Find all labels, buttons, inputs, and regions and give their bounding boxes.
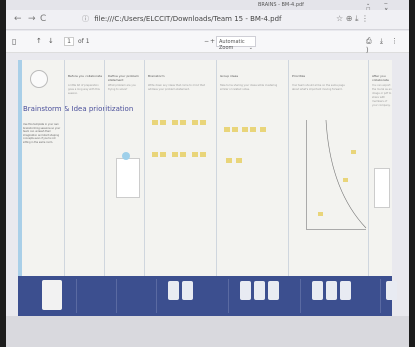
sticky-note <box>160 120 166 125</box>
sticky-note <box>343 178 348 182</box>
problem-card <box>116 158 140 198</box>
sticky-note <box>260 127 266 132</box>
column-prep: Before you collaborate A little bit of p… <box>64 60 104 276</box>
column-text: Write down any ideas that come to mind t… <box>148 84 205 91</box>
board-footer <box>18 276 397 316</box>
pin-icon <box>122 152 130 160</box>
column-brainstorm: Brainstorm Write down any ideas that com… <box>144 60 216 276</box>
browser-window: BRAINS - BM-4.pdf ⌄ − ☐ × ← → C ⓘ file:/… <box>6 0 409 347</box>
tab-title[interactable]: BRAINS - BM-4.pdf <box>258 2 304 8</box>
sidebar-toggle-icon[interactable]: ▯ <box>12 37 16 46</box>
sticky-note <box>224 127 230 132</box>
sticky-note <box>160 152 166 157</box>
divider <box>228 279 229 313</box>
divider <box>156 279 157 313</box>
sticky-note <box>236 158 242 163</box>
sticky-note <box>232 127 238 132</box>
zoom-select[interactable]: Automatic Zoom ⌄ <box>216 36 256 51</box>
column-header: Brainstorm <box>148 74 165 78</box>
page-number-input[interactable]: 1 <box>64 37 74 46</box>
sticky-note <box>152 152 158 157</box>
column-group: Group ideas Take turns sharing your idea… <box>216 60 288 276</box>
info-icon: ⓘ <box>82 15 89 23</box>
priority-curve <box>325 120 367 229</box>
step-slot <box>340 281 351 300</box>
column-header: Prioritize <box>292 74 306 78</box>
board-description: Use this template in your own brainstorm… <box>23 123 61 144</box>
column-text: A little bit of preparation goes a long … <box>68 84 100 95</box>
divider <box>380 279 381 313</box>
chevron-down-icon: ⌄ <box>248 45 253 51</box>
column-header: Define your problem statement <box>108 74 139 82</box>
address-bar: ← → C ⓘ file:///C:/Users/ELCCIT/Download… <box>6 10 409 30</box>
sticky-note <box>200 120 206 125</box>
column-text: Take turns sharing your ideas while clus… <box>220 84 278 91</box>
divider <box>300 279 301 313</box>
column-text: What problem are you trying to solve? <box>108 84 136 91</box>
page-up-icon[interactable]: ↑ <box>36 37 42 45</box>
column-text: You can export the mural as an image or … <box>372 84 392 107</box>
step-slot <box>312 281 323 300</box>
url-text: file:///C:/Users/ELCCIT/Downloads/Team 1… <box>94 15 282 23</box>
column-header: Group ideas <box>220 74 239 78</box>
timer-icon <box>30 70 48 88</box>
step-slot <box>326 281 337 300</box>
board-accent-strip <box>18 60 22 276</box>
sticky-note <box>180 120 186 125</box>
sticky-note <box>192 152 198 157</box>
pdf-tools[interactable]: ⎙ ⤓ ⋮ ⟩ <box>366 37 409 54</box>
title-bar: BRAINS - BM-4.pdf ⌄ − ☐ × <box>6 0 409 13</box>
sticky-note <box>172 152 178 157</box>
step-slot <box>240 281 251 300</box>
pdf-toolbar: ▯ ↑ ↓ 1 of 1 − + Automatic Zoom ⌄ ⎙ ⤓ ⋮ … <box>6 31 409 54</box>
step-slot <box>386 281 397 300</box>
reload-icon[interactable]: C <box>40 14 46 24</box>
sticky-note <box>192 120 198 125</box>
column-text: Your team should all be on the same page… <box>292 84 345 91</box>
page-down-icon[interactable]: ↓ <box>48 37 54 45</box>
step-slot <box>168 281 179 300</box>
sticky-note <box>318 212 323 216</box>
zoom-in-button[interactable]: + <box>210 38 215 45</box>
step-slot <box>182 281 193 300</box>
export-card <box>374 168 390 208</box>
sticky-note <box>351 150 356 154</box>
zoom-out-button[interactable]: − <box>204 38 209 45</box>
sticky-note <box>180 152 186 157</box>
step-slot <box>254 281 265 300</box>
sticky-note <box>172 120 178 125</box>
forward-icon[interactable]: → <box>28 14 36 24</box>
viewer-background <box>6 316 409 347</box>
template-thumbnail <box>42 280 62 310</box>
sticky-note <box>250 127 256 132</box>
back-icon[interactable]: ← <box>14 14 22 24</box>
page-total: of 1 <box>78 38 90 45</box>
column-header: After you collaborate <box>372 74 389 82</box>
sticky-note <box>200 152 206 157</box>
column-header: Before you collaborate <box>68 74 103 78</box>
divider <box>76 279 77 313</box>
toolbar-icons[interactable]: ☆ ⊕ ⤓ ⋮ <box>336 14 369 24</box>
sticky-note <box>242 127 248 132</box>
sticky-note <box>152 120 158 125</box>
sticky-note <box>226 158 232 163</box>
step-slot <box>268 281 279 300</box>
zoom-value: Automatic Zoom <box>219 39 245 51</box>
divider <box>116 279 117 313</box>
url-field[interactable]: ⓘ file:///C:/Users/ELCCIT/Downloads/Team… <box>82 14 282 24</box>
